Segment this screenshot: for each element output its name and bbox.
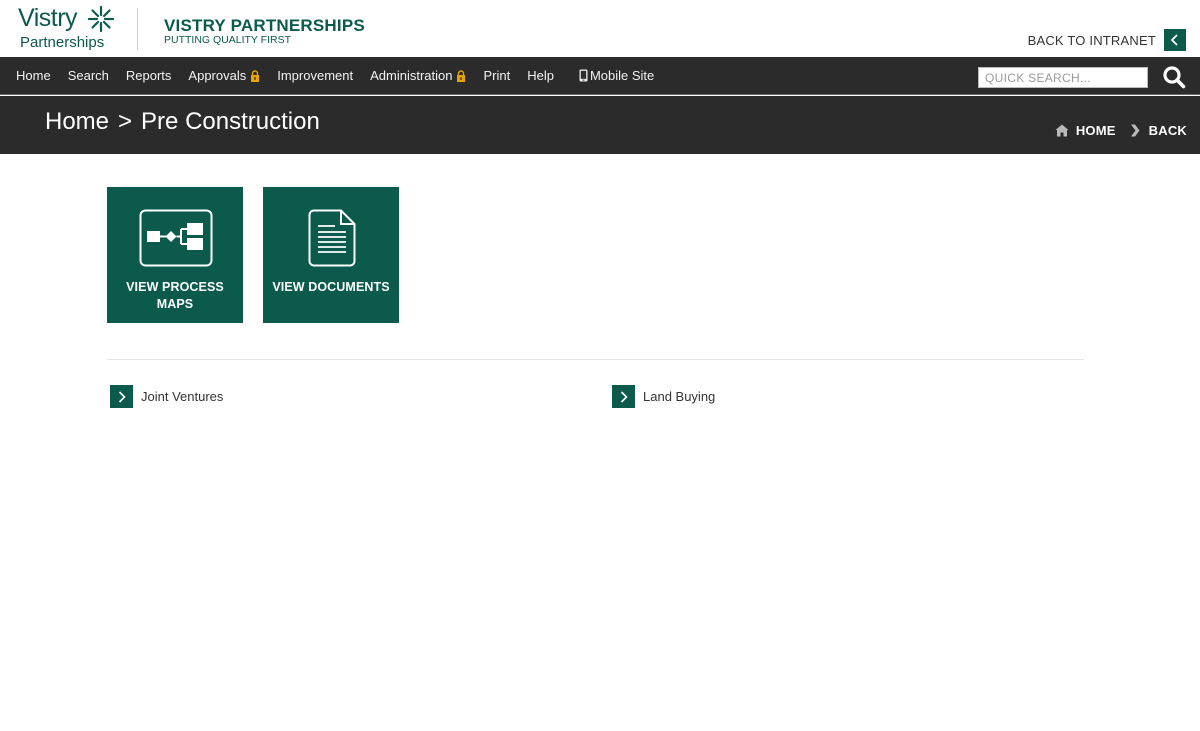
nav-item-label: Mobile Site [589, 68, 655, 83]
nav-item-label: Reports [125, 68, 172, 83]
site-header: Vistry Partnerships VISTRY PARTNERSHIPS … [0, 0, 1200, 57]
back-to-intranet-button[interactable] [1164, 29, 1186, 51]
home-link[interactable]: HOME [1055, 123, 1116, 138]
nav-item-reports[interactable]: Reports [126, 68, 172, 83]
lock-icon [457, 69, 466, 82]
back-to-intranet-link[interactable]: BACK TO INTRANET [1028, 29, 1186, 51]
tile-label: VIEW DOCUMENTS [272, 280, 390, 294]
tile-label: VIEW PROCESS MAPS [126, 280, 224, 311]
nav-item-label: Approvals [188, 68, 247, 83]
page-title-band: Home > Pre Construction HOME BACK [0, 96, 1200, 154]
back-link-label: BACK [1148, 123, 1187, 138]
vistry-logo[interactable]: Vistry Partnerships [18, 4, 118, 52]
chevron-right-icon [620, 390, 628, 403]
nav-item-home[interactable]: Home [16, 68, 51, 83]
nav-item-label: Help [527, 68, 554, 83]
link-arrow-button[interactable] [612, 385, 635, 408]
link-label[interactable]: Land Buying [643, 389, 715, 404]
lock-icon [251, 69, 260, 82]
nav-item-label: Print [483, 68, 511, 83]
breadcrumb: Home > Pre Construction [45, 108, 320, 136]
chevron-left-icon [1170, 34, 1178, 46]
chevron-right-icon [118, 390, 126, 403]
breadcrumb-home[interactable]: Home [45, 108, 109, 136]
home-link-label: HOME [1075, 123, 1116, 138]
page-nav-links: HOME BACK [1055, 123, 1187, 138]
logo-wordmark: Vistry [18, 4, 78, 32]
view-process-maps-tile[interactable]: VIEW PROCESS MAPS [107, 187, 243, 323]
back-to-intranet-label: BACK TO INTRANET [1027, 32, 1156, 48]
home-icon [1055, 124, 1069, 137]
link-joint-ventures[interactable]: Joint Ventures [110, 385, 223, 408]
link-label[interactable]: Joint Ventures [141, 389, 223, 404]
nav-item-approvals[interactable]: Approvals [188, 68, 260, 83]
nav-item-label: Administration [370, 68, 453, 83]
brand-title: VISTRY PARTNERSHIPS [164, 16, 365, 35]
quick-search-input[interactable] [978, 67, 1148, 88]
document-icon [308, 209, 356, 267]
process-map-icon [139, 209, 213, 267]
nav-item-label: Search [67, 68, 109, 83]
search-icon[interactable] [1162, 65, 1186, 89]
mobile-icon [579, 69, 588, 82]
view-documents-tile[interactable]: VIEW DOCUMENTS [263, 187, 399, 323]
nav-item-administration[interactable]: Administration [370, 68, 466, 83]
content-divider [107, 359, 1084, 360]
header-divider [137, 8, 138, 50]
breadcrumb-separator: > [118, 108, 133, 135]
nav-item-help[interactable]: Help [527, 68, 554, 83]
link-land-buying[interactable]: Land Buying [612, 385, 715, 408]
link-arrow-button[interactable] [110, 385, 133, 408]
back-link[interactable]: BACK [1116, 123, 1187, 138]
brand-tagline: PUTTING QUALITY FIRST [164, 34, 291, 46]
nav-menu: Home Search Reports Approvals Improvemen… [16, 57, 671, 94]
breadcrumb-current: Pre Construction [141, 108, 320, 135]
chevron-right-icon [1130, 124, 1140, 137]
main-nav: Home Search Reports Approvals Improvemen… [0, 57, 1200, 95]
nav-item-label: Home [16, 68, 51, 83]
starburst-icon [87, 5, 115, 33]
nav-item-search[interactable]: Search [68, 68, 109, 83]
logo-subtitle: Partnerships [20, 34, 105, 51]
nav-item-label: Improvement [277, 68, 354, 83]
nav-item-improvement[interactable]: Improvement [277, 68, 353, 83]
nav-item-mobile-site[interactable]: Mobile Site [571, 68, 654, 83]
nav-item-print[interactable]: Print [483, 68, 510, 83]
